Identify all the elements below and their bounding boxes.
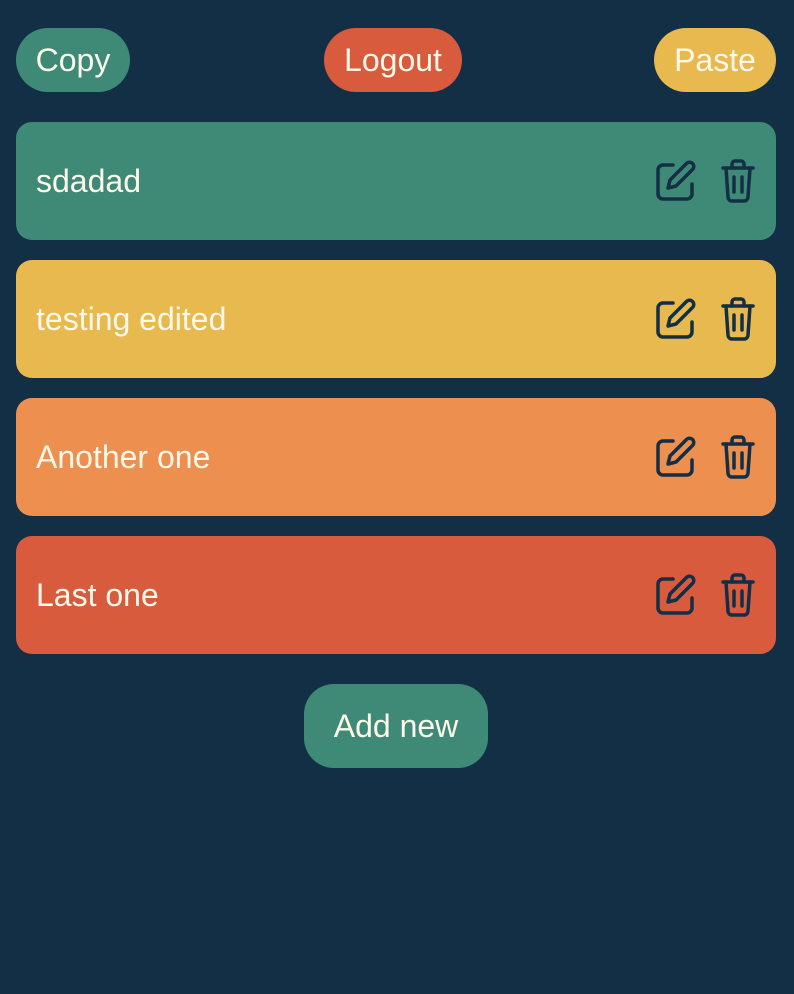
note-card: testing edited [16, 260, 776, 378]
paste-button[interactable]: Paste [654, 28, 776, 92]
note-actions [654, 159, 760, 203]
copy-button[interactable]: Copy [16, 28, 130, 92]
trash-icon[interactable] [716, 297, 760, 341]
edit-icon[interactable] [654, 297, 698, 341]
note-card: Another one [16, 398, 776, 516]
note-text: Last one [36, 577, 159, 613]
note-text: Another one [36, 439, 211, 475]
trash-icon[interactable] [716, 435, 760, 479]
trash-icon[interactable] [716, 573, 760, 617]
note-text: testing edited [36, 301, 227, 337]
trash-icon[interactable] [716, 159, 760, 203]
add-new-button[interactable]: Add new [304, 684, 488, 768]
edit-icon[interactable] [654, 159, 698, 203]
note-card: sdadad [16, 122, 776, 240]
notes-list: sdadad testing edited Another one Last o… [16, 122, 776, 674]
edit-icon[interactable] [654, 573, 698, 617]
note-actions [654, 573, 760, 617]
note-text: sdadad [36, 163, 141, 199]
edit-icon[interactable] [654, 435, 698, 479]
note-card: Last one [16, 536, 776, 654]
note-actions [654, 435, 760, 479]
logout-button[interactable]: Logout [324, 28, 462, 92]
note-actions [654, 297, 760, 341]
